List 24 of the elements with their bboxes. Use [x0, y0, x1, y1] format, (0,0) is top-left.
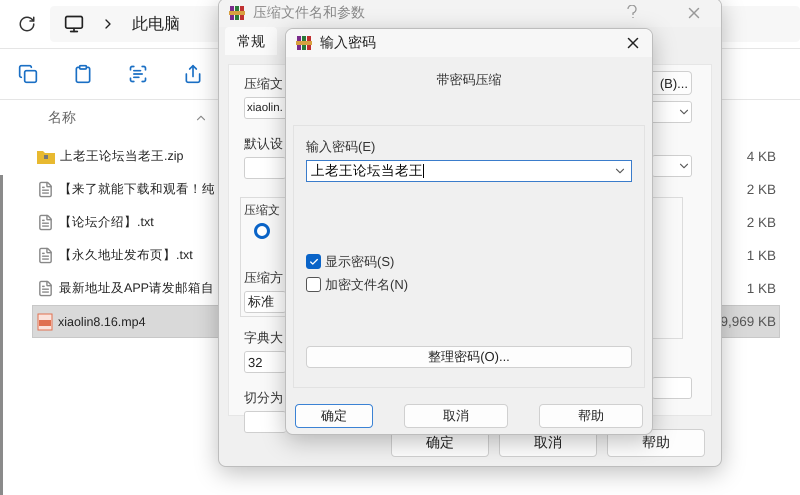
file-name: xiaolin8.16.mp4	[58, 314, 146, 328]
file-name: 【永久地址发布页】.txt	[59, 247, 193, 264]
file-size: 1 KB	[746, 281, 777, 296]
window-title: 输入密码	[320, 34, 376, 52]
dialog-heading: 带密码压缩	[436, 71, 502, 89]
file-size: 2 KB	[746, 215, 777, 230]
file-name: 【来了就能下载和观看！纯	[59, 181, 215, 198]
file-size: 4 KB	[746, 149, 777, 164]
field-label: 切分为	[244, 389, 284, 407]
field-label: 默认设	[244, 135, 284, 153]
checkbox-label: 显示密码(S)	[325, 252, 394, 270]
file-name: 最新地址及APP请发邮箱自	[59, 280, 214, 297]
password-label: 输入密码(E)	[306, 138, 376, 156]
file-name: 【论坛介绍】.txt	[59, 214, 154, 231]
file-size: 9,969 KB	[720, 314, 777, 329]
field-label: 字典大	[244, 329, 284, 347]
file-size: 2 KB	[746, 182, 777, 197]
field-label: 压缩文	[244, 75, 284, 93]
file-size: 1 KB	[746, 248, 777, 263]
file-name: 上老王论坛当老王.zip	[60, 148, 184, 165]
window-title: 压缩文件名和参数	[253, 4, 365, 22]
field-label: 压缩方	[244, 269, 284, 287]
group-label: 压缩文	[244, 202, 281, 219]
checkbox-label: 加密文件名(N)	[325, 276, 408, 294]
